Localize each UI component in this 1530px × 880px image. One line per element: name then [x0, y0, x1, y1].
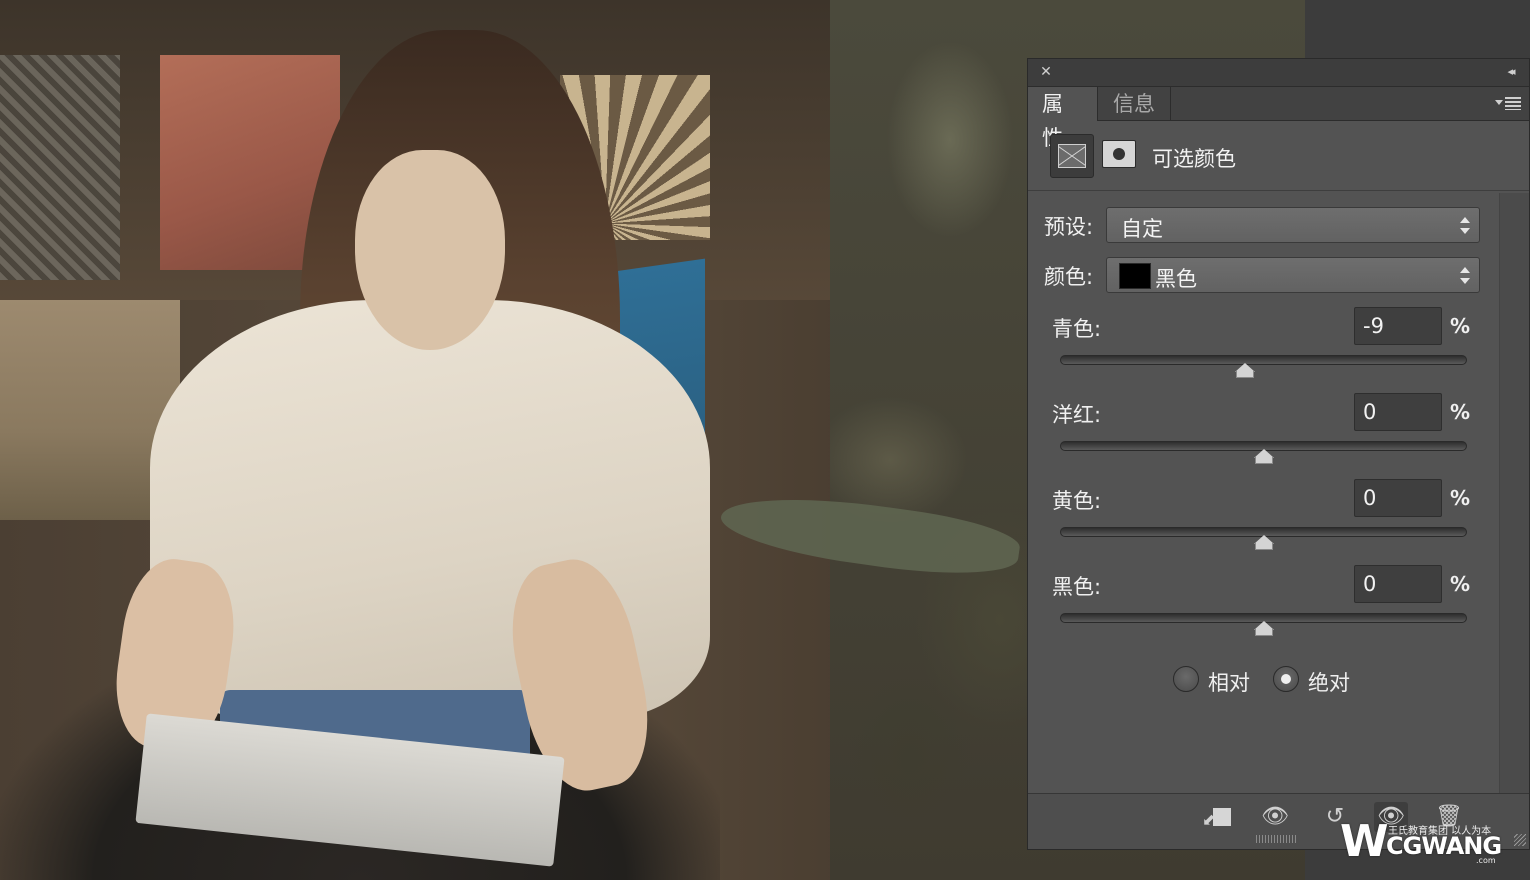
color-label: 颜色: [1044, 265, 1094, 289]
adjustment-title: 可选颜色 [1152, 147, 1236, 171]
tab-info[interactable]: 信息 [1099, 87, 1171, 121]
absolute-label: 绝对 [1308, 671, 1350, 695]
adjustment-header: 可选颜色 [1028, 121, 1529, 191]
yellow-label: 黄色: [1052, 489, 1102, 513]
watermark: W 王氏教育集团 以人为本 CGWANG .com [1340, 818, 1510, 868]
updown-arrows-icon [1460, 217, 1470, 235]
magenta-input[interactable]: 0 [1354, 393, 1442, 431]
black-slider-thumb[interactable] [1253, 621, 1274, 637]
absolute-radio[interactable] [1273, 666, 1299, 692]
cyan-slider-thumb[interactable] [1235, 363, 1256, 379]
watermark-domain: .com [1476, 856, 1496, 865]
close-icon[interactable]: ✕ [1038, 64, 1054, 80]
resize-grip-icon[interactable] [1514, 834, 1526, 846]
updown-arrows-icon [1460, 267, 1470, 285]
clip-to-layer-icon[interactable]: ⬋ [1200, 802, 1234, 832]
panel-tabs: 属性 信息 [1028, 87, 1529, 150]
preset-value: 自定 [1121, 217, 1163, 241]
black-input[interactable]: 0 [1354, 565, 1442, 603]
magenta-label: 洋红: [1052, 403, 1102, 427]
scroll-grip[interactable] [1256, 835, 1296, 843]
selective-color-icon[interactable] [1050, 134, 1094, 178]
tab-properties[interactable]: 属性 [1028, 87, 1098, 150]
yellow-percent: % [1450, 486, 1471, 510]
color-swatch [1119, 263, 1151, 289]
relative-label: 相对 [1208, 671, 1250, 695]
black-percent: % [1450, 572, 1471, 596]
poster-city [0, 55, 120, 280]
view-previous-state-icon[interactable]: 👁 [1258, 802, 1292, 832]
black-label: 黑色: [1052, 575, 1102, 599]
layer-mask-icon[interactable] [1102, 140, 1136, 168]
panel-menu-icon[interactable] [1495, 95, 1521, 113]
panel-titlebar: ✕ ◂◂ [1028, 59, 1529, 87]
face [355, 150, 505, 350]
cyan-label: 青色: [1052, 317, 1102, 341]
collapse-panel-icon[interactable]: ◂◂ [1501, 64, 1519, 80]
magenta-slider-thumb[interactable] [1253, 449, 1274, 465]
color-select[interactable]: 黑色 [1106, 257, 1480, 293]
cyan-slider-track[interactable] [1060, 355, 1467, 365]
yellow-input[interactable]: 0 [1354, 479, 1442, 517]
watermark-logo: W [1340, 816, 1389, 867]
properties-panel: ✕ ◂◂ 属性 信息 可选颜色 预设: 自定 颜色: 黑色 青色: -9 % [1027, 58, 1530, 850]
yellow-slider-thumb[interactable] [1253, 535, 1274, 551]
panel-scrollbar[interactable] [1499, 193, 1529, 796]
preset-select[interactable]: 自定 [1106, 207, 1480, 243]
color-value: 黑色 [1155, 267, 1197, 291]
cyan-percent: % [1450, 314, 1471, 338]
magenta-percent: % [1450, 400, 1471, 424]
cyan-input[interactable]: -9 [1354, 307, 1442, 345]
panel-content: 预设: 自定 颜色: 黑色 青色: -9 % 洋红: 0 % 黄色: 0 % 黑… [1028, 193, 1498, 796]
preset-label: 预设: [1044, 215, 1094, 239]
relative-radio[interactable] [1173, 666, 1199, 692]
